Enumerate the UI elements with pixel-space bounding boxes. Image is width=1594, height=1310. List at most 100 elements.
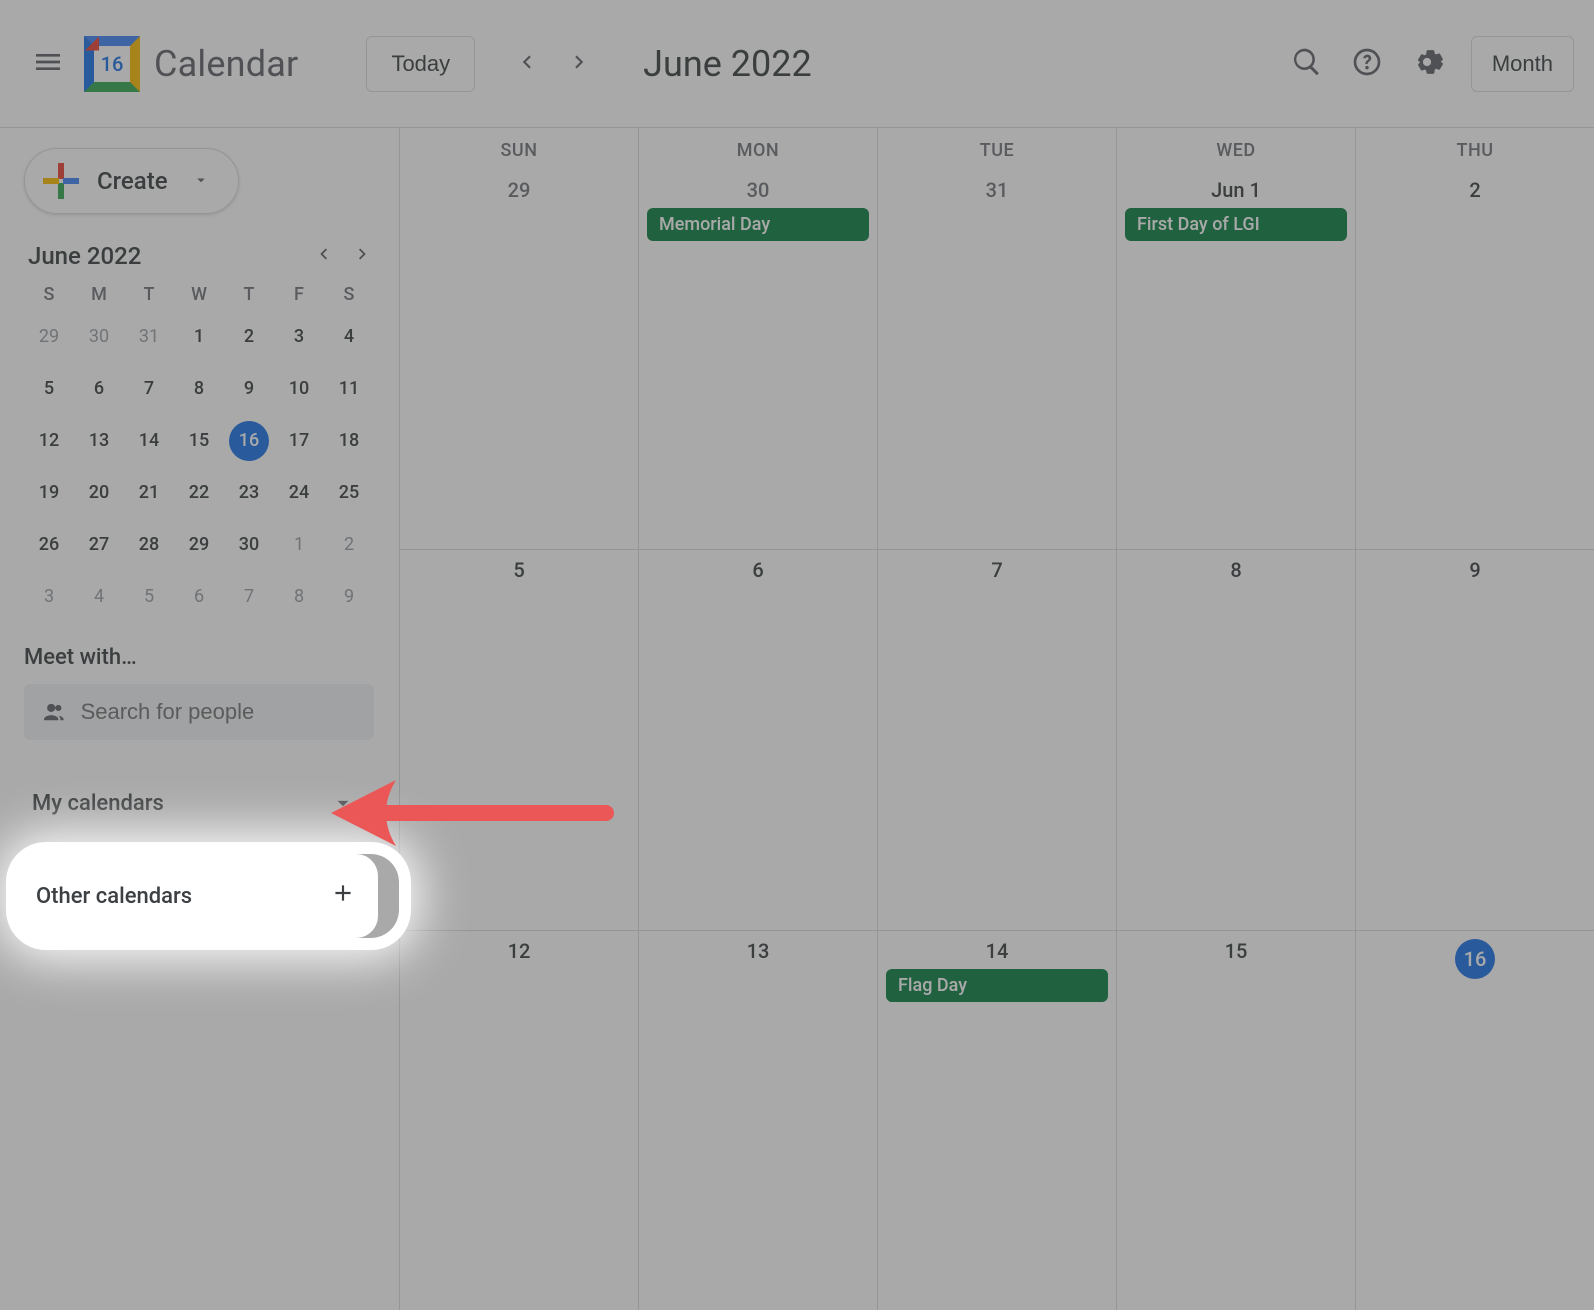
plus-multicolor-icon xyxy=(43,163,79,199)
day-cell[interactable]: 31 xyxy=(877,170,1116,549)
mini-day[interactable]: 29 xyxy=(29,317,69,357)
mini-day[interactable]: 31 xyxy=(129,317,169,357)
mini-day[interactable]: 25 xyxy=(329,473,369,513)
mini-day[interactable]: 30 xyxy=(229,525,269,565)
add-other-calendar-button[interactable] xyxy=(330,880,356,912)
mini-day[interactable]: 5 xyxy=(29,369,69,409)
mini-day[interactable]: 19 xyxy=(29,473,69,513)
day-cell[interactable]: 16 xyxy=(1355,931,1594,1310)
mini-day[interactable]: 24 xyxy=(279,473,319,513)
other-calendars-header[interactable]: Other calendars xyxy=(18,854,378,938)
mini-day[interactable]: 6 xyxy=(179,577,219,617)
day-cell[interactable]: 5 xyxy=(399,550,638,929)
mini-day[interactable]: 15 xyxy=(179,421,219,461)
mini-day[interactable]: 7 xyxy=(229,577,269,617)
mini-day[interactable]: 3 xyxy=(279,317,319,357)
day-number: 13 xyxy=(747,939,770,963)
mini-day[interactable]: 4 xyxy=(79,577,119,617)
mini-day[interactable]: 17 xyxy=(279,421,319,461)
mini-day[interactable]: 20 xyxy=(79,473,119,513)
day-cell[interactable]: 8 xyxy=(1116,550,1355,929)
search-button[interactable] xyxy=(1291,46,1323,82)
day-cell[interactable]: 2 xyxy=(1355,170,1594,549)
day-number: 31 xyxy=(986,178,1009,202)
day-number: 30 xyxy=(747,178,770,202)
mini-day[interactable]: 18 xyxy=(329,421,369,461)
mini-prev-month[interactable] xyxy=(312,243,334,269)
mini-day[interactable]: 13 xyxy=(79,421,119,461)
settings-button[interactable] xyxy=(1411,46,1443,82)
chevron-down-icon xyxy=(330,790,356,816)
mini-day[interactable]: 3 xyxy=(29,577,69,617)
mini-day[interactable]: 23 xyxy=(229,473,269,513)
help-button[interactable] xyxy=(1351,46,1383,82)
day-number: 29 xyxy=(508,178,531,202)
mini-day[interactable]: 12 xyxy=(29,421,69,461)
mini-day[interactable]: 1 xyxy=(279,525,319,565)
mini-day[interactable]: 8 xyxy=(179,369,219,409)
mini-day[interactable]: 14 xyxy=(129,421,169,461)
mini-day[interactable]: 6 xyxy=(79,369,119,409)
next-month-button[interactable] xyxy=(557,39,603,89)
mini-day[interactable]: 21 xyxy=(129,473,169,513)
mini-day[interactable]: 10 xyxy=(279,369,319,409)
mini-day[interactable]: 5 xyxy=(129,577,169,617)
mini-day[interactable]: 1 xyxy=(179,317,219,357)
my-calendars-label: My calendars xyxy=(32,791,164,816)
view-switcher[interactable]: Month xyxy=(1471,36,1574,92)
day-cell[interactable]: 29 xyxy=(399,170,638,549)
day-cell[interactable]: 9 xyxy=(1355,550,1594,929)
mini-next-month[interactable] xyxy=(352,243,374,269)
mini-day[interactable]: 29 xyxy=(179,525,219,565)
day-cell[interactable]: 30 Memorial Day xyxy=(638,170,877,549)
event-chip[interactable]: Memorial Day xyxy=(647,208,869,241)
mini-day[interactable]: 9 xyxy=(229,369,269,409)
day-cell[interactable]: 6 xyxy=(638,550,877,929)
caret-down-icon xyxy=(192,171,210,189)
day-number: 2 xyxy=(1469,178,1480,202)
mini-day[interactable]: 30 xyxy=(79,317,119,357)
meet-with-search[interactable] xyxy=(24,684,374,740)
chevron-right-icon xyxy=(567,49,593,75)
mini-day[interactable]: 7 xyxy=(129,369,169,409)
today-button[interactable]: Today xyxy=(366,36,475,92)
search-icon xyxy=(1291,46,1323,78)
mini-day[interactable]: 28 xyxy=(129,525,169,565)
day-cell[interactable]: 13 xyxy=(638,931,877,1310)
mini-day[interactable]: 8 xyxy=(279,577,319,617)
day-cell[interactable]: 7 xyxy=(877,550,1116,929)
day-number: 6 xyxy=(752,558,763,582)
app-logo[interactable]: 16 Calendar xyxy=(84,36,298,92)
my-calendars-header[interactable]: My calendars xyxy=(24,780,364,826)
day-cell[interactable]: 14Flag Day xyxy=(877,931,1116,1310)
meet-with-label: Meet with… xyxy=(24,645,399,670)
mini-day[interactable]: 11 xyxy=(329,369,369,409)
mini-day[interactable]: 22 xyxy=(179,473,219,513)
mini-day[interactable]: 2 xyxy=(229,317,269,357)
month-grid: SUNMONTUEWEDTHU 2930Memorial Day31Jun 1F… xyxy=(399,128,1594,1310)
sidebar: Create June 2022 SMTWTFS2930311234567891… xyxy=(0,128,399,1310)
mini-day[interactable]: 27 xyxy=(79,525,119,565)
prev-month-button[interactable] xyxy=(503,39,549,89)
day-number: 15 xyxy=(1225,939,1248,963)
event-chip[interactable]: Flag Day xyxy=(886,969,1108,1002)
day-number: 9 xyxy=(1469,558,1480,582)
day-cell[interactable]: 15 xyxy=(1116,931,1355,1310)
day-number: 8 xyxy=(1230,558,1241,582)
chevron-right-icon xyxy=(352,243,374,265)
event-chip[interactable]: First Day of LGI xyxy=(1125,208,1347,241)
day-cell[interactable]: 12 xyxy=(399,931,638,1310)
mini-day[interactable]: 16 xyxy=(229,421,269,461)
people-icon xyxy=(42,698,67,726)
mini-day[interactable]: 9 xyxy=(329,577,369,617)
main-menu-button[interactable] xyxy=(20,34,76,94)
mini-dow: T xyxy=(224,284,274,305)
mini-day[interactable]: 26 xyxy=(29,525,69,565)
meet-with-input[interactable] xyxy=(81,699,356,725)
mini-day[interactable]: 2 xyxy=(329,525,369,565)
day-cell[interactable]: Jun 1First Day of LGI xyxy=(1116,170,1355,549)
grid-dow: THU xyxy=(1355,128,1594,170)
gear-icon xyxy=(1411,46,1443,78)
mini-day[interactable]: 4 xyxy=(329,317,369,357)
create-button[interactable]: Create xyxy=(24,148,239,214)
